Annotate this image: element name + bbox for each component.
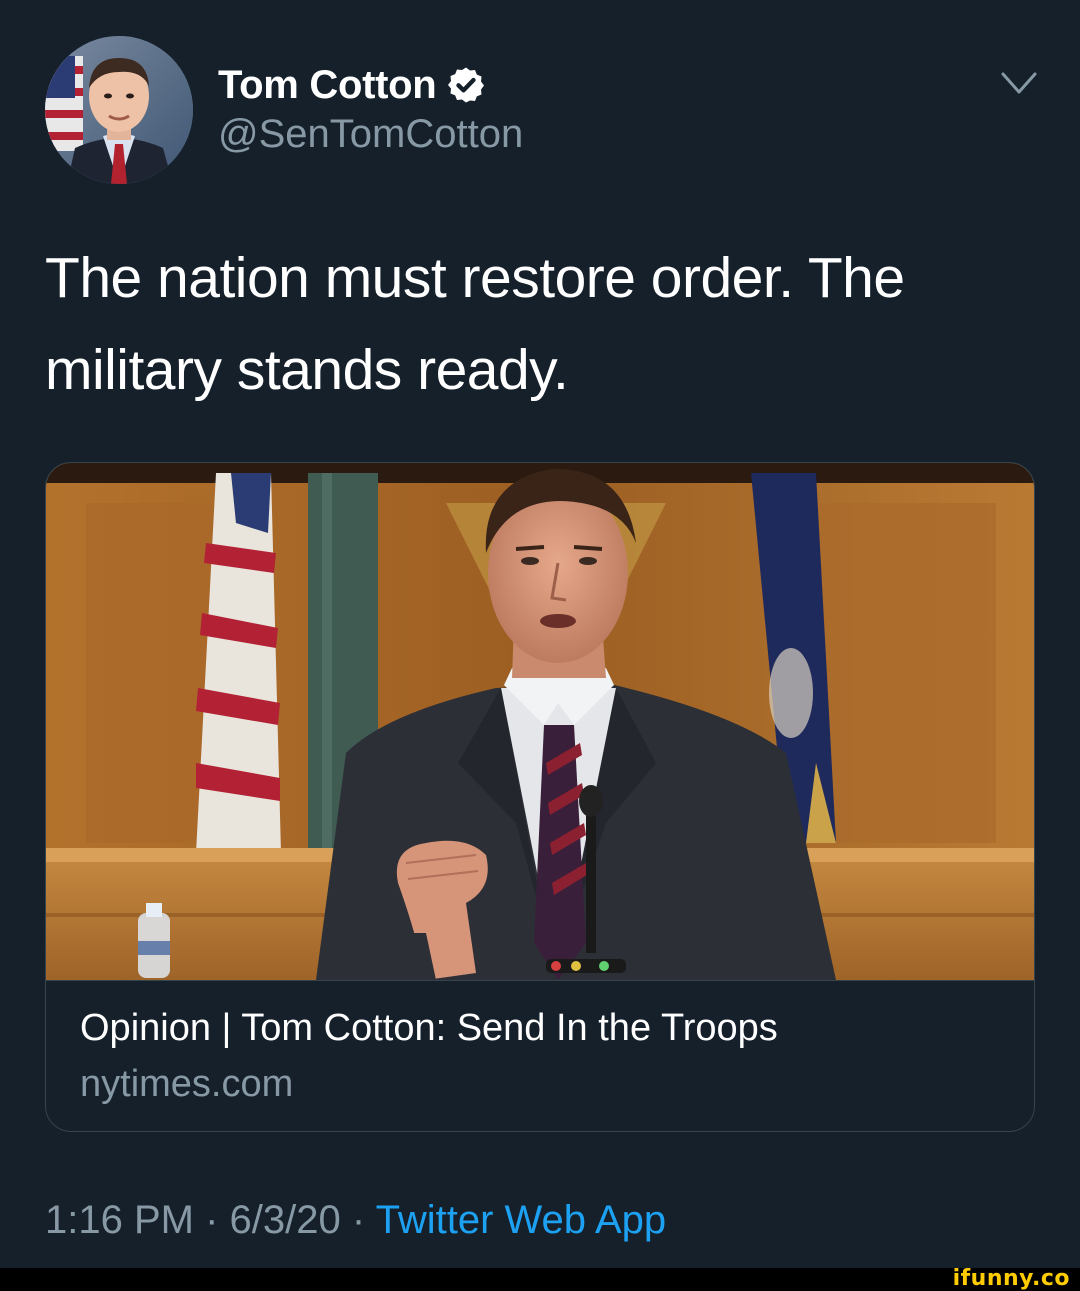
tweet-meta: 1:16 PM · 6/3/20 · Twitter Web App — [45, 1198, 666, 1243]
tweet-text: The nation must restore order. The milit… — [45, 246, 905, 402]
verified-badge-icon — [446, 65, 486, 105]
user-handle[interactable]: @SenTomCotton — [218, 112, 523, 157]
author-name-row[interactable]: Tom Cotton — [218, 60, 486, 110]
tweet-date[interactable]: 6/3/20 — [230, 1198, 341, 1242]
card-domain: nytimes.com — [80, 1063, 294, 1105]
card-image[interactable] — [46, 463, 1034, 981]
display-name[interactable]: Tom Cotton — [218, 63, 437, 108]
ifunny-watermark: ifunny.co — [952, 1266, 1070, 1291]
meta-separator: · — [351, 1198, 366, 1242]
chevron-down-icon[interactable] — [1000, 70, 1038, 98]
avatar[interactable] — [45, 36, 193, 184]
card-title[interactable]: Opinion | Tom Cotton: Send In the Troops — [80, 1007, 778, 1050]
watermark-bar — [0, 1268, 1080, 1291]
tweet-source-link[interactable]: Twitter Web App — [376, 1198, 667, 1242]
avatar-image — [45, 36, 193, 184]
tweet: Tom Cotton @SenTomCotton The nation must… — [0, 0, 1080, 1268]
tweet-time[interactable]: 1:16 PM — [45, 1198, 194, 1242]
link-card[interactable]: Opinion | Tom Cotton: Send In the Troops… — [45, 462, 1035, 1132]
meta-separator: · — [205, 1198, 219, 1242]
